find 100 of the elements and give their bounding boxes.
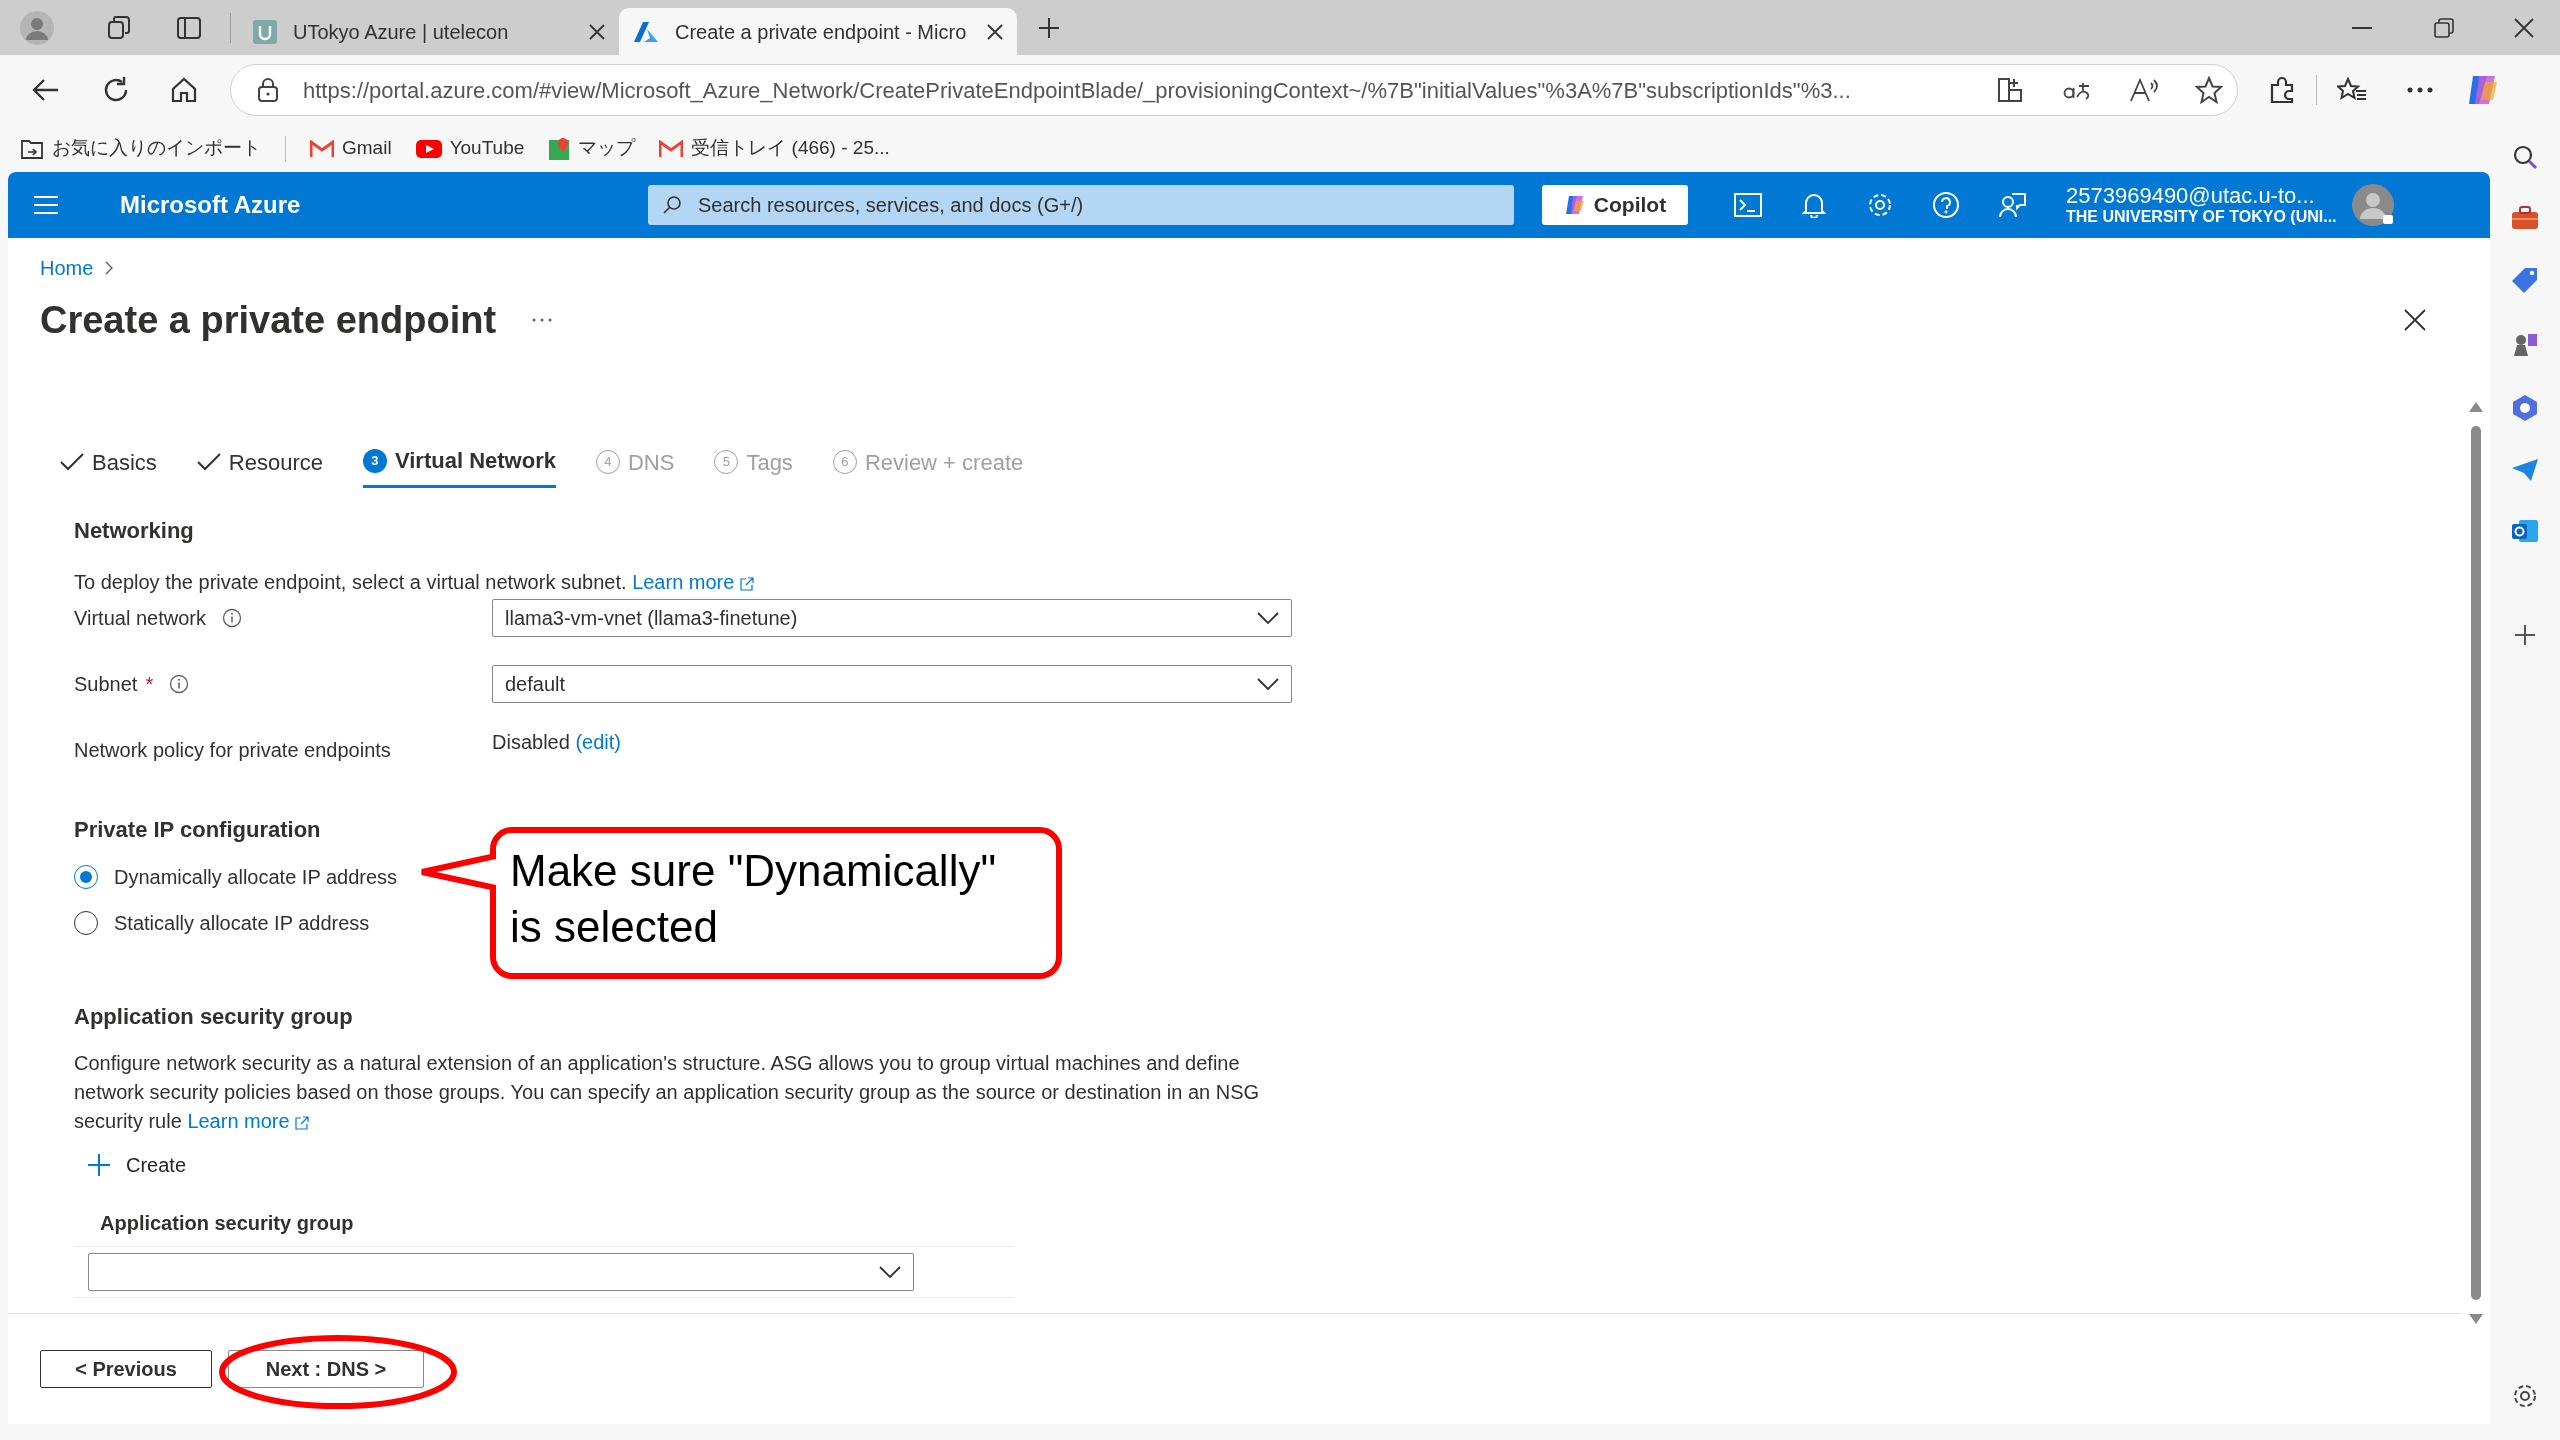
required-asterisk: * [145,672,154,697]
site-icon [253,19,277,44]
favorite-star-icon[interactable] [2195,76,2223,104]
column-header: Application security group [100,1212,354,1234]
back-icon[interactable] [32,78,60,102]
bookmark[interactable]: お気に入りのインポート [20,134,261,163]
info-icon[interactable] [169,674,190,694]
refresh-icon[interactable] [102,76,130,104]
workspaces-icon[interactable] [106,14,132,41]
notifications-icon[interactable] [1802,192,1826,218]
lock-icon[interactable] [257,77,279,103]
chevron-down-icon [1257,612,1279,624]
home-icon[interactable] [170,76,198,104]
info-icon[interactable] [221,608,242,628]
bookmark[interactable]: YouTube [415,134,525,163]
radio-label[interactable]: Dynamically allocate IP address [114,862,398,892]
cloud-shell-icon[interactable] [1734,193,1762,217]
settings-icon[interactable] [2511,1382,2539,1410]
subnet-dropdown[interactable]: default [492,665,1292,703]
learn-more-link[interactable]: Learn more [187,1110,310,1132]
wizard-tab[interactable]: Resource [196,436,323,488]
step-number: 3 [362,448,387,473]
plus-icon [88,1154,110,1176]
scroll-down-icon[interactable] [2469,1314,2483,1324]
search-field[interactable]: Search resources, services, and docs (G+/) [648,185,1514,225]
breadcrumb-link[interactable]: Home [40,253,94,283]
close-icon[interactable] [987,23,1003,40]
intro-text: To deploy the private endpoint, select a virtual network subnet. [74,571,627,593]
checkmark-icon [60,453,84,471]
app-available-icon[interactable] [1997,77,2023,103]
page-title: Create a private endpoint [40,297,497,343]
learn-more-link[interactable]: Learn more [632,571,754,593]
field-label: Subnet [74,672,138,697]
browser-tab[interactable]: Create a private endpoint - Micro [619,8,1017,55]
close-icon[interactable] [589,23,605,40]
edit-link[interactable]: (edit) [575,731,621,753]
section-heading: Private IP configuration [74,816,321,844]
virtual-network-dropdown[interactable]: llama3-vm-vnet (llama3-finetune) [492,599,1292,637]
chevron-right-icon [105,261,114,275]
copilot-button[interactable]: Copilot [1542,185,1688,225]
external-link-icon [739,576,754,591]
tab-actions-icon[interactable] [176,14,202,41]
azure-logo-icon [633,20,659,43]
settings-icon[interactable] [1866,191,1894,219]
menu-icon[interactable] [34,195,58,215]
scroll-up-icon[interactable] [2469,402,2483,412]
search-icon[interactable] [2512,144,2538,170]
favorites-icon[interactable] [2337,77,2367,103]
minimize-icon[interactable] [2352,26,2372,29]
close-icon[interactable] [2514,17,2534,38]
more-icon[interactable] [2407,87,2433,93]
close-icon[interactable] [2404,309,2426,331]
map-pin-icon [548,136,571,161]
browser-tab[interactable]: UTokyo Azure | utelecon [239,8,619,55]
next-button[interactable]: Next : DNS > [228,1350,424,1388]
chevron-down-icon [879,1266,901,1278]
add-icon[interactable] [2514,624,2536,646]
mail-logo-icon [659,139,684,158]
application-security-group-dropdown[interactable] [88,1253,914,1291]
hexagon-logo-icon[interactable] [2511,394,2539,422]
bookmark[interactable]: マップ [548,134,636,163]
search-icon [662,195,682,215]
field-label: Virtual network [74,606,206,631]
checkmark-icon [196,453,221,471]
video-logo-icon [415,139,442,158]
mail-app-icon[interactable] [2511,518,2539,544]
account-organization[interactable]: THE UNIVERSITY OF TOKYO (UNI... [2066,208,2337,227]
copilot-icon [1563,194,1586,216]
previous-button[interactable]: < Previous [40,1350,212,1388]
more-icon[interactable] [532,318,553,322]
brand-title[interactable]: Microsoft Azure [120,187,648,223]
mail-logo-icon [310,139,334,158]
section-heading: Networking [74,517,194,545]
callout-text: Make sure "Dynamically" is selected [490,827,1062,979]
wizard-tab[interactable]: Basics [60,436,157,488]
external-link-icon [295,1115,310,1130]
create-button[interactable]: Create [88,1150,187,1180]
read-aloud-icon[interactable] [2129,77,2159,103]
paper-plane-icon[interactable] [2511,458,2539,482]
url-text: https://portal.azure.com/#view/Microsoft_Azure_Network/CreatePrivateEndpointBlade/_provisioningContext~/%7B"initialValues"%3A%7B"subscriptionIds"%3... [303,76,1852,105]
field-value: Disabled [492,731,570,753]
bookmark[interactable]: Gmail [310,134,392,163]
tag-icon[interactable] [2511,266,2539,294]
extensions-icon[interactable] [2268,76,2296,104]
avatar-icon[interactable] [2350,183,2395,227]
help-icon[interactable] [1932,191,1960,219]
bookmark[interactable]: 受信トレイ (466) - 25... [659,134,890,163]
restore-icon[interactable] [2434,17,2454,38]
scrollbar-thumb[interactable] [2471,426,2481,1300]
account-name[interactable]: 2573969490@utac.u-to... [2066,183,2337,209]
import-icon [20,137,44,160]
briefcase-icon[interactable] [2511,206,2539,230]
new-tab-icon[interactable] [1037,15,1061,40]
address-bar[interactable]: https://portal.azure.com/#view/Microsoft_Azure_Network/CreatePrivateEndpointBlade/_provisioningContext~/%7B"initialValues"%3A%7B"subscriptionIds"%3... [230,64,2238,116]
section-heading: Application security group [74,1003,353,1031]
wizard-tab[interactable]: 3 Virtual Network [362,436,556,488]
radio-label[interactable]: Statically allocate IP address [114,908,370,938]
feedback-icon[interactable] [1998,191,2026,219]
profile-icon[interactable] [20,10,54,45]
chevron-down-icon [1257,678,1279,690]
